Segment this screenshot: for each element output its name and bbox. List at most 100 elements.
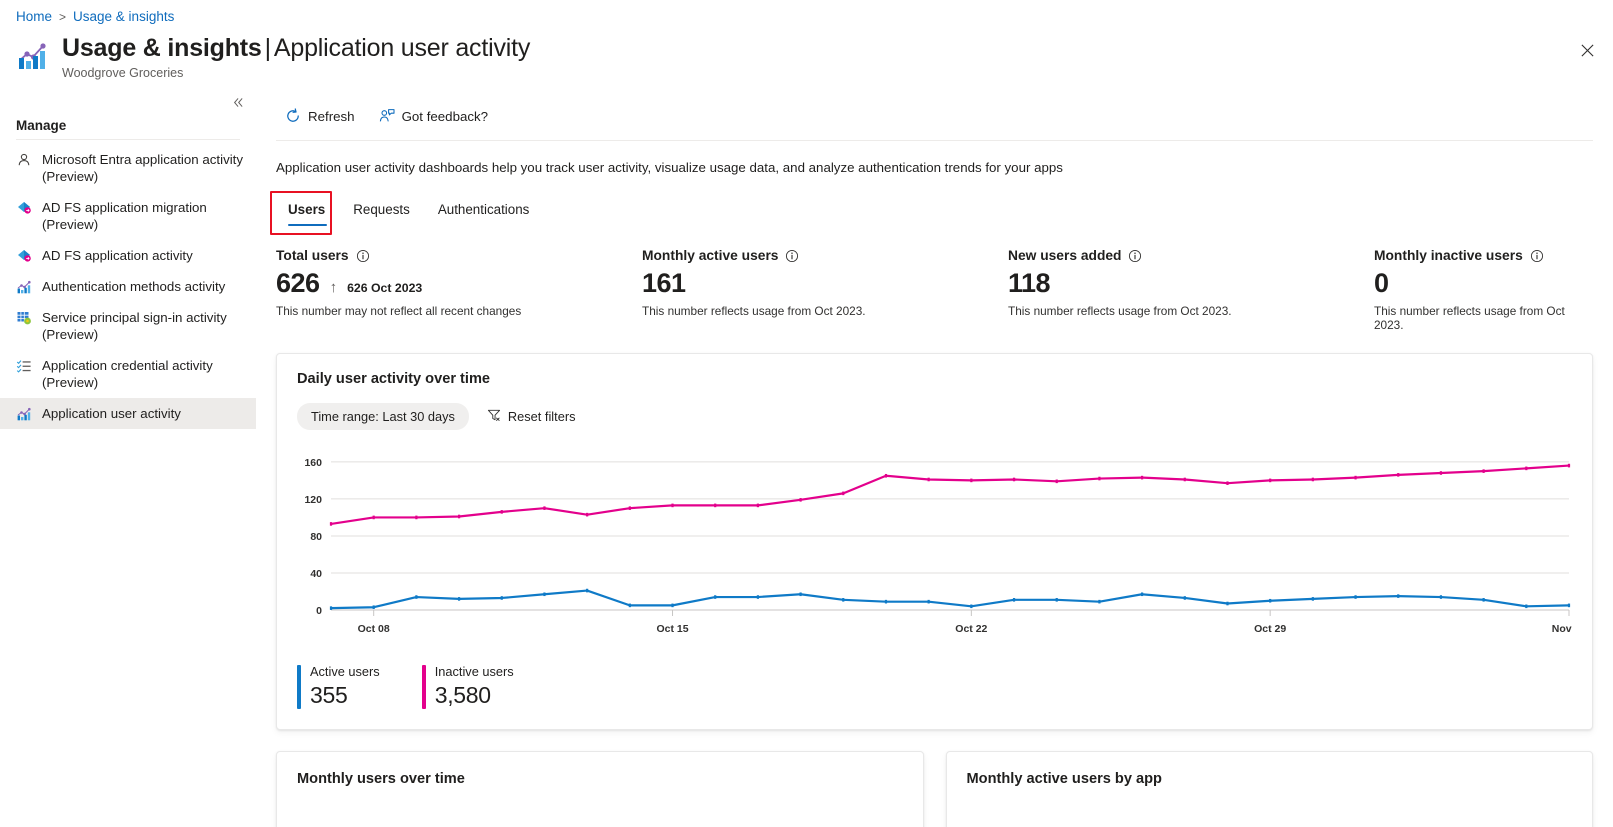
kpi-note: This number reflects usage from Oct 2023… (642, 304, 866, 318)
card-title: Monthly users over time (297, 771, 465, 787)
line-chart-svg[interactable]: 0 40 80 120 160 Oct 08 Oct 15 Oct 22 Oct 29 Nov 0… (283, 438, 1586, 648)
kpi-value-row: 626 ↑ 626 Oct 2023 (276, 268, 642, 299)
breadcrumb-separator-icon: > (59, 9, 67, 24)
sidebar-item-application-credential-activity[interactable]: Application credential activity (Preview… (0, 350, 256, 398)
kpi-label: Monthly inactive users (1374, 248, 1523, 263)
analytics-chart-icon (16, 38, 50, 72)
kpi-note: This number may not reflect all recent c… (276, 304, 522, 318)
page-title-main: Usage & insights (62, 34, 262, 62)
command-bar: Refresh Got feedback? (256, 90, 1613, 140)
kpi-monthly-active-users: Monthly active users 161 This number ref… (642, 248, 1008, 332)
legend-value: 3,580 (434, 682, 491, 708)
kpi-label: New users added (1008, 248, 1122, 263)
breadcrumb-home[interactable]: Home (16, 9, 52, 24)
kpi-header: New users added (1008, 248, 1374, 263)
svg-text:Nov 05: Nov 05 (1552, 623, 1573, 635)
bar-chart-icon (16, 279, 32, 295)
person-feedback-icon (379, 108, 395, 124)
kpi-label: Monthly active users (642, 248, 779, 263)
filter-reset-icon (487, 408, 501, 425)
breadcrumb-usage-insights[interactable]: Usage & insights (73, 9, 174, 24)
kpi-header: Total users (276, 248, 642, 263)
tab-users-label: Users (288, 202, 326, 217)
sidebar: Manage Microsoft Entra application activ… (0, 90, 256, 827)
kpi-value-row: 0 (1374, 268, 1593, 299)
got-feedback-button[interactable]: Got feedback? (370, 104, 498, 128)
info-icon[interactable] (1128, 249, 1142, 263)
sidebar-item-label: Application user activity (42, 406, 181, 421)
sidebar-item-label: Application credential activity (Preview… (42, 358, 213, 390)
svg-text:160: 160 (304, 457, 322, 469)
legend-color-swatch-active (297, 665, 301, 709)
info-icon[interactable] (785, 249, 799, 263)
page-title-separator: | (264, 34, 272, 62)
svg-text:80: 80 (310, 531, 322, 543)
svg-text:Oct 15: Oct 15 (656, 623, 688, 635)
legend-color-swatch-inactive (421, 665, 426, 709)
adfs-diamond-icon (16, 248, 32, 264)
tab-users[interactable]: Users (276, 197, 339, 226)
info-icon[interactable] (356, 249, 370, 263)
monthly-active-users-by-app-card: Monthly active users by app (945, 751, 1593, 827)
tab-authentications-label: Authentications (437, 202, 530, 217)
breadcrumb: Home > Usage & insights (16, 9, 174, 24)
person-icon (16, 152, 32, 168)
reset-filters-label: Reset filters (507, 409, 576, 424)
kpi-value-row: 161 (642, 268, 1008, 299)
sidebar-item-adfs-application-migration[interactable]: AD FS application migration (Preview) (0, 192, 256, 240)
daily-user-activity-chart: 0 40 80 120 160 Oct 08 Oct 15 Oct 22 Oct 29 Nov 0… (277, 430, 1592, 653)
card-title: Daily user activity over time (297, 371, 491, 387)
page-description: Application user activity dashboards hel… (276, 160, 1063, 175)
tab-authentications[interactable]: Authentications (424, 197, 544, 226)
refresh-button[interactable]: Refresh (276, 104, 364, 128)
sidebar-section-title: Manage (16, 118, 67, 133)
usage-insights-page: Home > Usage & insights Usage & insights… (0, 0, 1613, 827)
refresh-icon (285, 108, 301, 124)
page-title: Usage & insights | Application user activi… (62, 33, 530, 64)
kpi-row: Total users 626 ↑ 626 Oct 2023 This numb… (256, 226, 1613, 332)
bar-chart-icon (16, 406, 32, 422)
bottom-card-row: Monthly users over time Monthly active u… (276, 751, 1593, 827)
page-title-sub: Application user activity (273, 34, 531, 62)
monthly-users-over-time-card: Monthly users over time (276, 751, 924, 827)
sidebar-collapse-button[interactable] (227, 92, 249, 112)
kpi-note: This number reflects usage from Oct 2023… (1008, 304, 1232, 318)
sidebar-item-adfs-application-activity[interactable]: AD FS application activity (0, 240, 256, 271)
daily-user-activity-card: Daily user activity over time Time range… (276, 353, 1593, 730)
kpi-note: This number reflects usage from Oct 2023… (1374, 304, 1565, 332)
got-feedback-label: Got feedback? (401, 108, 489, 124)
sidebar-item-service-principal-signin-activity[interactable]: Service principal sign-in activity (Prev… (0, 302, 256, 350)
sidebar-divider (16, 139, 240, 140)
checklist-icon (16, 358, 32, 374)
page-header: Usage & insights | Application user activi… (16, 33, 530, 80)
reset-filters-button[interactable]: Reset filters (485, 404, 578, 429)
sidebar-item-application-user-activity[interactable]: Application user activity (0, 398, 256, 429)
sidebar-item-entra-application-activity[interactable]: Microsoft Entra application activity (Pr… (0, 144, 256, 192)
close-icon (1580, 43, 1594, 57)
svg-text:Oct 29: Oct 29 (1254, 623, 1286, 635)
sidebar-item-authentication-methods-activity[interactable]: Authentication methods activity (0, 271, 256, 302)
svg-text:Oct 08: Oct 08 (358, 623, 390, 635)
legend-value: 355 (310, 682, 348, 708)
kpi-new-users-added: New users added 118 This number reflects… (1008, 248, 1374, 332)
legend-item-inactive-users[interactable]: Inactive users 3,580 (421, 664, 514, 709)
legend-label: Inactive users (434, 664, 514, 679)
tab-requests[interactable]: Requests (339, 197, 424, 226)
tenant-name: Woodgrove Groceries (62, 66, 184, 80)
refresh-label: Refresh (308, 108, 355, 124)
legend-label: Active users (310, 664, 380, 679)
sidebar-item-label: Service principal sign-in activity (Prev… (42, 310, 227, 342)
kpi-value: 0 (1374, 268, 1389, 298)
legend-item-active-users[interactable]: Active users 355 (297, 665, 380, 709)
main-content: Refresh Got feedback? Application user a… (256, 90, 1613, 827)
kpi-value: 118 (1008, 268, 1051, 298)
info-icon[interactable] (1530, 249, 1544, 263)
double-chevron-left-icon (233, 97, 243, 107)
close-button[interactable] (1573, 36, 1601, 64)
time-range-filter-pill[interactable]: Time range: Last 30 days (297, 403, 469, 430)
kpi-header: Monthly active users (642, 248, 1008, 263)
svg-text:120: 120 (304, 494, 322, 506)
adfs-diamond-icon (16, 200, 32, 216)
kpi-delta: 626 Oct 2023 (347, 281, 423, 295)
sidebar-item-label: AD FS application migration (Preview) (42, 200, 207, 232)
